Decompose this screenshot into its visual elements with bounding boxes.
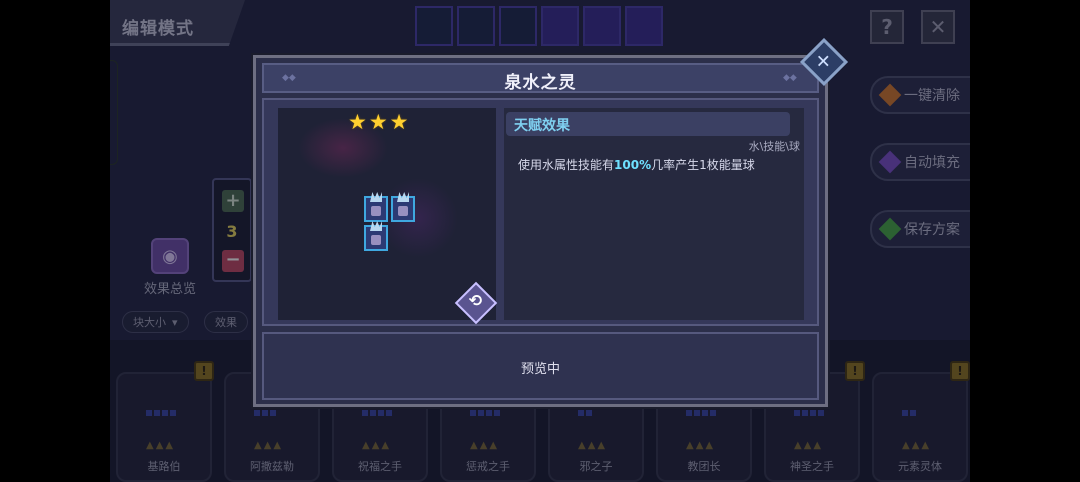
talent-title: 天赋效果 — [514, 118, 570, 134]
talent-panel: 天赋效果 水\技能\球 使用水属性技能有100%几率产生1枚能量球 — [504, 108, 804, 320]
chance-highlight: 100% — [614, 158, 652, 172]
star-rating: ★★★ — [348, 110, 411, 134]
talent-tags: 水\技能\球 — [748, 140, 800, 153]
card-detail-dialog: ◆◆ 泉水之灵 ◆◆ ✕ ★★★ ⟲ 天赋效果 水\技能\球 使用水属性技能有1… — [253, 37, 849, 407]
talent-header: 天赋效果 — [506, 112, 790, 136]
dialog-footer: 预览中 — [262, 332, 819, 400]
dialog-header: ◆◆ 泉水之灵 ◆◆ — [262, 63, 819, 93]
spirit-piece-icon — [364, 196, 388, 222]
rotate-button[interactable]: ⟲ — [454, 281, 498, 325]
close-icon: ✕ — [816, 51, 832, 73]
spirit-piece-icon — [391, 196, 415, 222]
dialog-content: ★★★ ⟲ 天赋效果 水\技能\球 使用水属性技能有100%几率产生1枚能量球 — [262, 98, 819, 326]
talent-description: 使用水属性技能有100%几率产生1枚能量球 — [518, 158, 755, 172]
spirit-piece-icon — [364, 225, 388, 251]
dialog-title: 泉水之灵 — [504, 73, 577, 93]
rotate-icon: ⟲ — [468, 290, 483, 310]
piece-preview: ★★★ ⟲ — [278, 108, 498, 325]
ornament-icon: ◆◆ — [783, 73, 797, 83]
preview-status: 预览中 — [520, 362, 560, 377]
